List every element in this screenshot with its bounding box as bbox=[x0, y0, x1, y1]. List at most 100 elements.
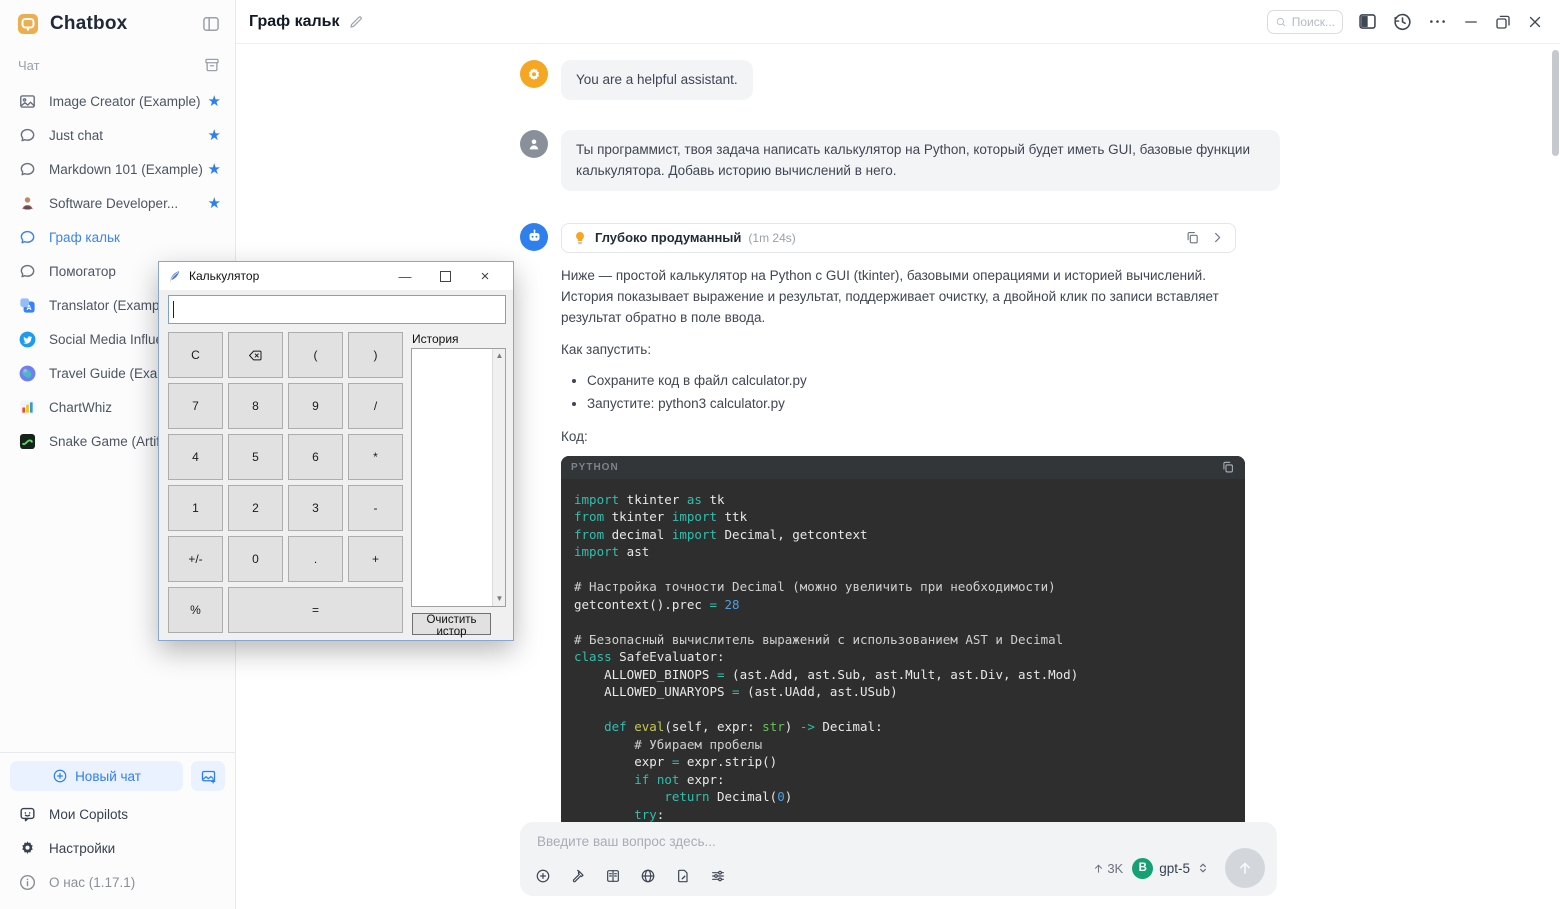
calculator-display-input[interactable] bbox=[168, 295, 506, 324]
window-close-button[interactable] bbox=[1526, 13, 1544, 31]
message-composer[interactable]: Введите ваш вопрос здесь... 3K B gpt-5 bbox=[520, 822, 1277, 896]
backspace-icon bbox=[248, 348, 263, 363]
window-restore-button[interactable] bbox=[1494, 13, 1512, 31]
knowledge-book-icon[interactable] bbox=[603, 866, 623, 886]
star-icon[interactable]: ★ bbox=[208, 196, 225, 211]
copy-code-icon[interactable] bbox=[1221, 460, 1235, 474]
calc-maximize-button[interactable] bbox=[425, 262, 465, 290]
calc-key-3[interactable]: 3 bbox=[288, 485, 343, 531]
code-block: PYTHON import tkinter as tkfrom tkinter … bbox=[561, 456, 1245, 878]
history-icon[interactable] bbox=[1392, 11, 1413, 32]
composer-toolbar bbox=[533, 866, 728, 886]
calc-key-equals[interactable]: = bbox=[228, 587, 403, 633]
model-selector[interactable]: B gpt-5 bbox=[1132, 858, 1210, 879]
calc-key-([interactable]: ( bbox=[288, 332, 343, 378]
send-button[interactable] bbox=[1225, 848, 1265, 888]
plus-circle-icon bbox=[52, 768, 68, 784]
code-line bbox=[574, 613, 1245, 631]
new-image-button[interactable] bbox=[191, 761, 225, 791]
clear-history-button[interactable]: Очистить истор bbox=[412, 613, 491, 635]
star-icon[interactable]: ★ bbox=[208, 128, 225, 143]
calculator-title: Калькулятор bbox=[189, 269, 385, 283]
code-language-label: PYTHON bbox=[571, 462, 1221, 473]
app-title: Chatbox bbox=[50, 13, 201, 35]
calc-key-9[interactable]: 9 bbox=[288, 383, 343, 429]
sidebar-footer-item[interactable]: О нас (1.17.1) bbox=[10, 865, 225, 899]
calc-key-percent[interactable]: % bbox=[168, 587, 223, 633]
calc-key-4[interactable]: 4 bbox=[168, 434, 223, 480]
calc-key-*[interactable]: * bbox=[348, 434, 403, 480]
code-line: # Настройка точности Decimal (можно увел… bbox=[574, 578, 1245, 596]
code-line: class SafeEvaluator: bbox=[574, 648, 1245, 666]
new-chat-button[interactable]: Новый чат bbox=[10, 761, 183, 791]
copy-icon[interactable] bbox=[1185, 230, 1200, 245]
more-menu-icon[interactable] bbox=[1427, 11, 1448, 32]
archive-icon[interactable] bbox=[203, 56, 221, 74]
token-count-value: 3K bbox=[1107, 861, 1123, 876]
tkinter-feather-icon bbox=[167, 269, 182, 284]
calc-key-5[interactable]: 5 bbox=[228, 434, 283, 480]
calc-key-backspace[interactable] bbox=[228, 332, 283, 378]
calc-close-button[interactable]: × bbox=[465, 262, 505, 290]
calc-key-7[interactable]: 7 bbox=[168, 383, 223, 429]
calculator-titlebar[interactable]: Калькулятор — × bbox=[159, 262, 513, 290]
window-minimize-button[interactable] bbox=[1462, 13, 1480, 31]
calc-key-.[interactable]: . bbox=[288, 536, 343, 582]
calc-key-+[interactable]: + bbox=[348, 536, 403, 582]
sidebar-footer-item[interactable]: Мои Copilots bbox=[10, 797, 225, 831]
sidebar-item[interactable]: Markdown 101 (Example)★ bbox=[0, 152, 235, 186]
code-line: ALLOWED_UNARYOPS = (ast.UAdd, ast.USub) bbox=[574, 683, 1245, 701]
sidebar-item[interactable]: Image Creator (Example)★ bbox=[0, 84, 235, 118]
search-input[interactable]: Поиск... bbox=[1267, 10, 1343, 34]
sidebar-item[interactable]: Just chat★ bbox=[0, 118, 235, 152]
chat-icon bbox=[18, 160, 37, 179]
chat-icon bbox=[18, 126, 37, 145]
collapse-sidebar-icon[interactable] bbox=[201, 14, 221, 34]
code-line: # Безопасный вычислитель выражений с исп… bbox=[574, 631, 1245, 649]
calc-key-C[interactable]: C bbox=[168, 332, 223, 378]
history-scrollbar[interactable]: ▲ ▼ bbox=[492, 349, 505, 606]
calc-key--[interactable]: - bbox=[348, 485, 403, 531]
calc-key-+/-[interactable]: +/- bbox=[168, 536, 223, 582]
layout-columns-icon[interactable] bbox=[1357, 11, 1378, 32]
thinking-panel[interactable]: Глубоко продуманный (1m 24s) bbox=[561, 223, 1236, 253]
page-scrollbar[interactable] bbox=[1552, 50, 1559, 156]
calc-key-/[interactable]: / bbox=[348, 383, 403, 429]
robot-icon bbox=[526, 228, 543, 245]
calc-key-)[interactable]: ) bbox=[348, 332, 403, 378]
attach-plus-icon[interactable] bbox=[533, 866, 553, 886]
tools-hammer-icon[interactable] bbox=[568, 866, 588, 886]
edit-title-icon[interactable] bbox=[348, 14, 364, 30]
system-avatar bbox=[520, 60, 548, 88]
code-line: try: bbox=[574, 806, 1245, 824]
arrow-up-small-icon bbox=[1092, 862, 1105, 875]
svg-text:A: A bbox=[27, 304, 32, 312]
sidebar-footer-item[interactable]: Настройки bbox=[10, 831, 225, 865]
calc-key-6[interactable]: 6 bbox=[288, 434, 343, 480]
calc-key-1[interactable]: 1 bbox=[168, 485, 223, 531]
sidebar-item[interactable]: Software Developer...★ bbox=[0, 186, 235, 220]
chat-icon bbox=[18, 262, 37, 281]
calc-key-0[interactable]: 0 bbox=[228, 536, 283, 582]
artifact-doc-icon[interactable] bbox=[673, 866, 693, 886]
star-icon[interactable]: ★ bbox=[208, 94, 225, 109]
chevron-right-icon[interactable] bbox=[1210, 230, 1225, 245]
history-listbox[interactable]: ▲ ▼ bbox=[411, 348, 506, 607]
user-message: Ты программист, твоя задача написать кал… bbox=[520, 130, 1280, 191]
calculator-window[interactable]: Калькулятор — × C()789/456*123-+/-0.+%= … bbox=[158, 261, 514, 641]
sidebar-footer-label: О нас (1.17.1) bbox=[49, 875, 217, 890]
calc-minimize-button[interactable]: — bbox=[385, 262, 425, 290]
calc-key-2[interactable]: 2 bbox=[228, 485, 283, 531]
snake-icon bbox=[18, 432, 37, 451]
scroll-down-icon[interactable]: ▼ bbox=[493, 592, 506, 606]
sidebar-item[interactable]: Граф кальк bbox=[0, 220, 235, 254]
composer-placeholder: Введите ваш вопрос здесь... bbox=[537, 834, 716, 849]
star-icon[interactable]: ★ bbox=[208, 162, 225, 177]
code-content: import tkinter as tkfrom tkinter import … bbox=[561, 479, 1245, 876]
settings-sliders-icon[interactable] bbox=[708, 866, 728, 886]
chart-icon bbox=[18, 398, 37, 417]
web-globe-icon[interactable] bbox=[638, 866, 658, 886]
calc-key-8[interactable]: 8 bbox=[228, 383, 283, 429]
assistant-avatar bbox=[520, 223, 548, 251]
scroll-up-icon[interactable]: ▲ bbox=[493, 349, 506, 363]
